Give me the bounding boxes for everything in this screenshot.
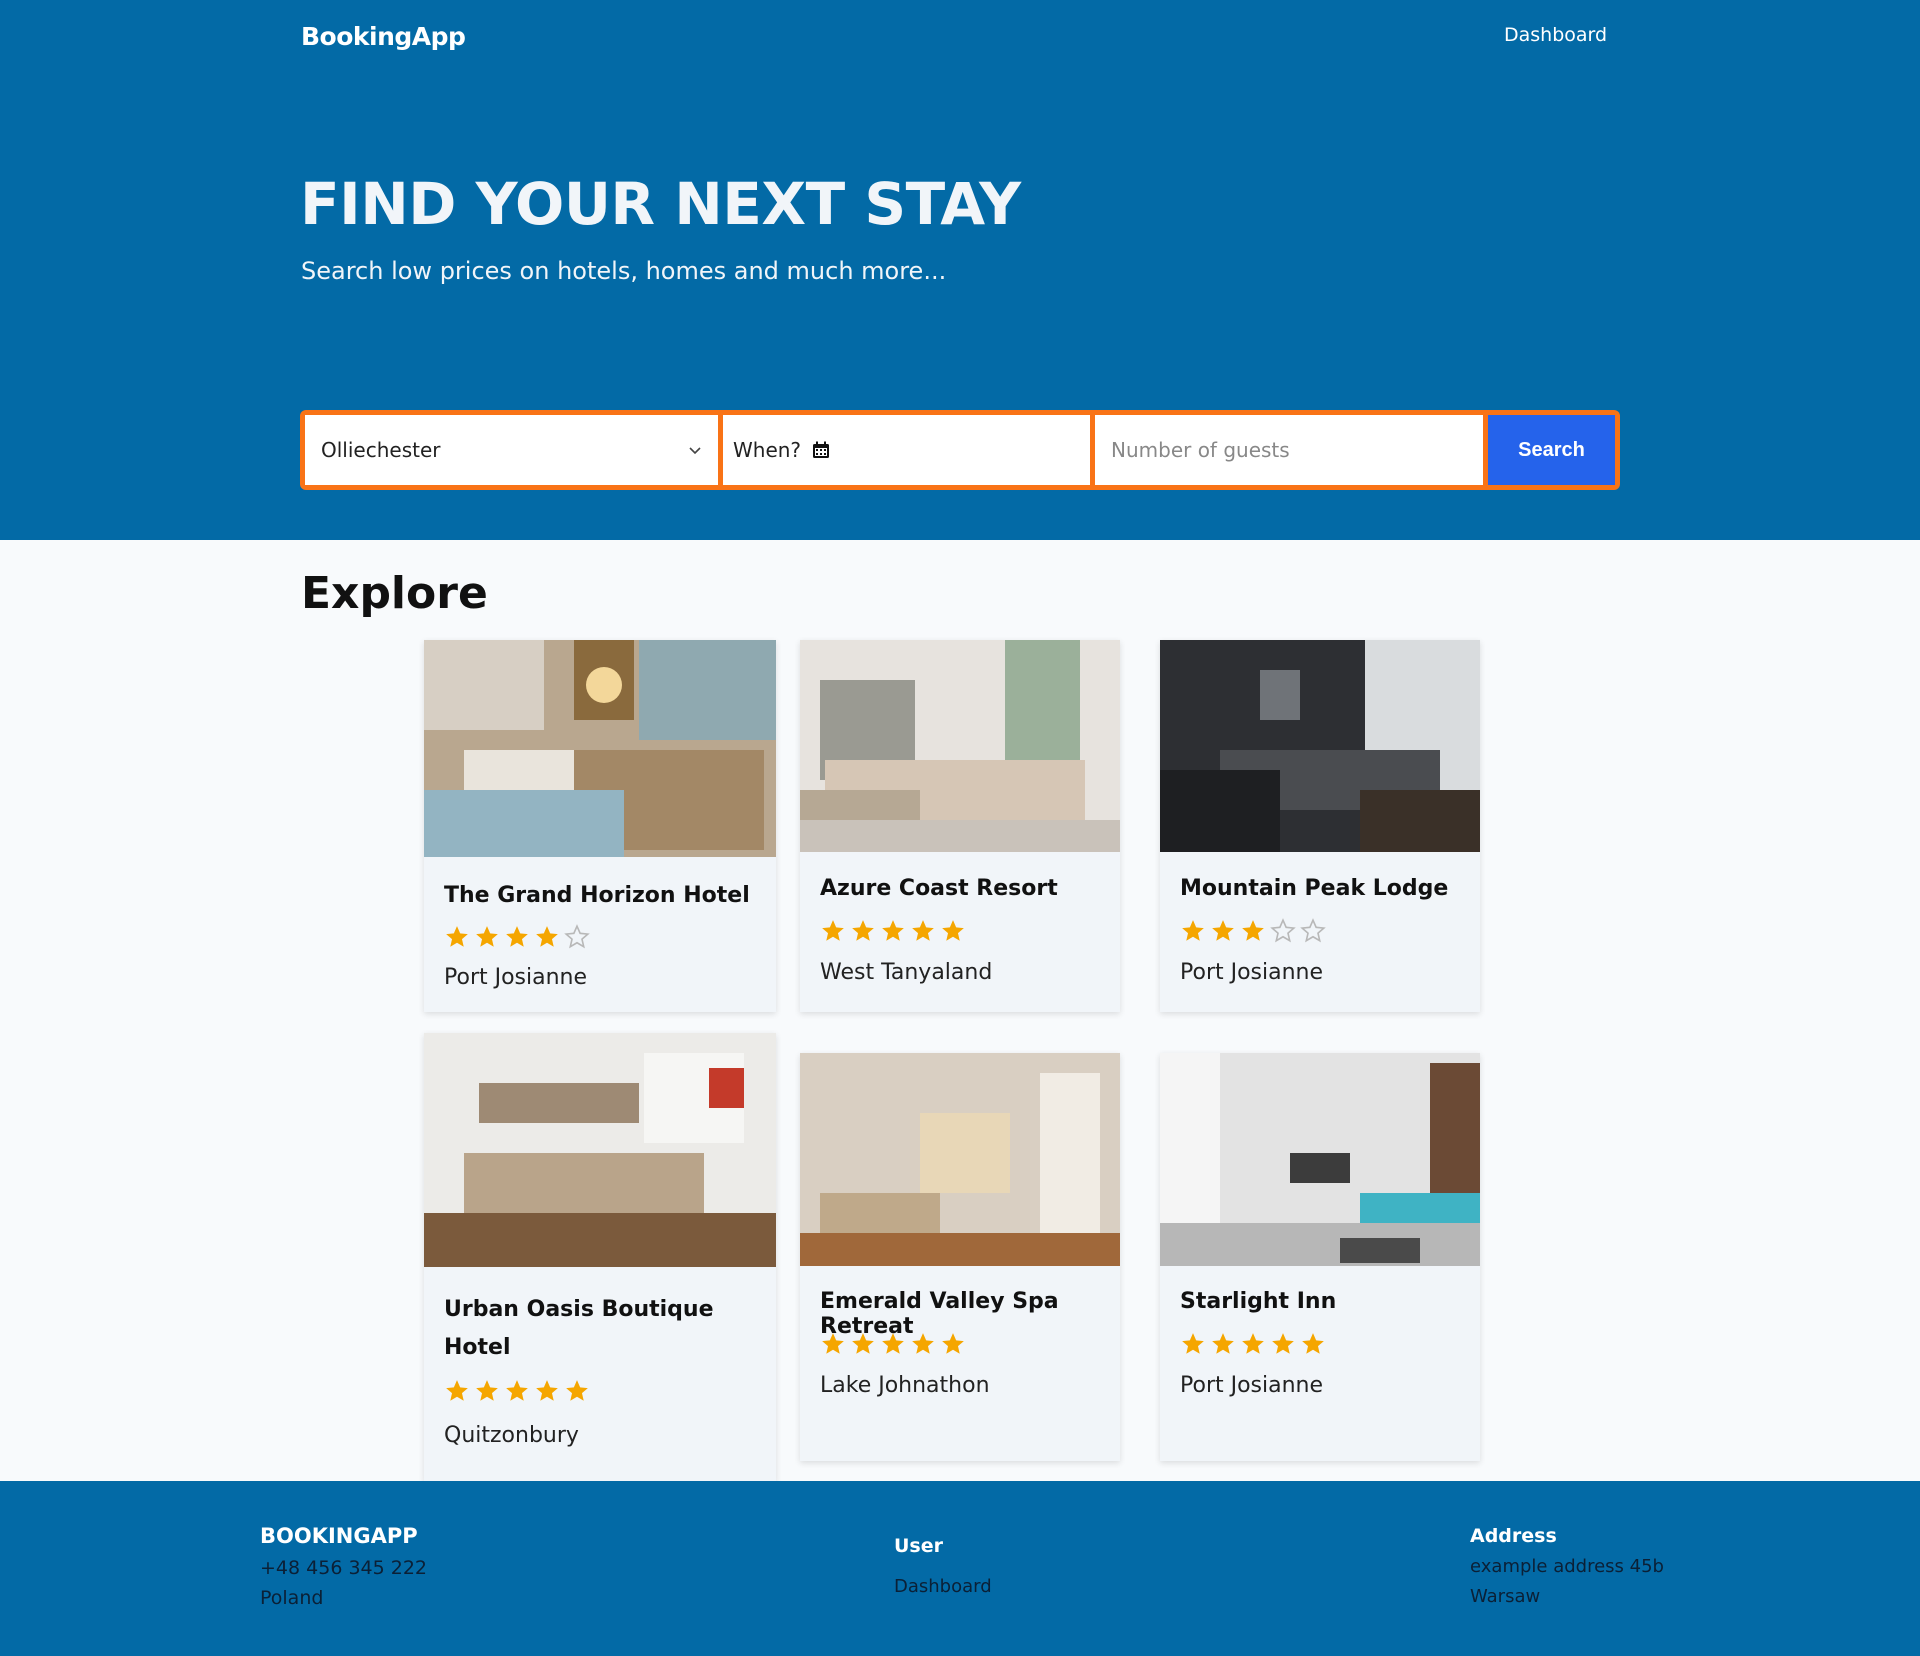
star-filled-icon <box>566 1380 588 1401</box>
hotel-location: Port Josianne <box>1180 960 1324 985</box>
footer-address-heading: Address <box>1470 1525 1557 1547</box>
hero-subtitle: Search low prices on hotels, homes and m… <box>301 257 947 285</box>
star-filled-icon <box>506 1380 528 1401</box>
star-empty-icon <box>1300 918 1326 943</box>
star-filled-icon <box>1242 920 1264 941</box>
hotel-photo <box>424 640 776 857</box>
star-filled-icon <box>536 1380 558 1401</box>
date-picker-label: When? <box>733 438 802 462</box>
hotel-name: The Grand Horizon Hotel <box>444 883 750 908</box>
search-bar: Olliechester When? Number of guests Sear… <box>300 410 1620 490</box>
hotel-name: Urban Oasis Boutique Hotel <box>444 1297 714 1360</box>
hotel-card[interactable]: The Grand Horizon Hotel Port Josianne <box>424 640 776 1012</box>
date-picker[interactable]: When? <box>723 415 1090 485</box>
footer-address-line1: example address 45b <box>1470 1556 1664 1577</box>
hotel-photo <box>1160 640 1480 852</box>
hero-section: BookingApp Dashboard FIND YOUR NEXT STAY… <box>0 0 1920 540</box>
hotel-name: Starlight Inn <box>1180 1289 1337 1314</box>
star-filled-icon <box>476 1380 498 1401</box>
hotel-photo <box>424 1033 776 1267</box>
star-filled-icon <box>882 1333 904 1354</box>
footer: BOOKINGAPP +48 456 345 222 Poland User D… <box>0 1481 1920 1656</box>
star-filled-icon <box>1212 1333 1234 1354</box>
hotel-location: West Tanyaland <box>820 960 993 985</box>
star-filled-icon <box>1182 1333 1204 1354</box>
star-filled-icon <box>536 926 558 947</box>
star-filled-icon <box>852 1333 874 1354</box>
rating-stars <box>1180 918 1326 944</box>
star-filled-icon <box>942 920 964 941</box>
hero-title: FIND YOUR NEXT STAY <box>300 170 1021 238</box>
hotel-photo <box>1160 1053 1480 1266</box>
guests-placeholder: Number of guests <box>1111 438 1290 462</box>
nav-dashboard-link[interactable]: Dashboard <box>1504 24 1607 46</box>
footer-user-heading: User <box>894 1535 943 1557</box>
hotel-location: Lake Johnathon <box>820 1373 990 1398</box>
star-filled-icon <box>942 1333 964 1354</box>
star-filled-icon <box>1212 920 1234 941</box>
hotel-name: Mountain Peak Lodge <box>1180 876 1449 901</box>
hotel-card[interactable]: Starlight Inn Port Josianne <box>1160 1053 1480 1461</box>
rating-stars <box>444 924 590 950</box>
star-empty-icon <box>1270 918 1296 943</box>
star-filled-icon <box>822 920 844 941</box>
hotel-location: Port Josianne <box>1180 1373 1324 1398</box>
destination-select[interactable]: Olliechester <box>305 415 718 485</box>
hotel-card[interactable]: Mountain Peak Lodge Port Josianne <box>1160 640 1480 1012</box>
star-filled-icon <box>446 1380 468 1401</box>
star-filled-icon <box>1182 920 1204 941</box>
footer-country: Poland <box>260 1587 324 1609</box>
hotel-location: Quitzonbury <box>444 1423 579 1448</box>
hotel-card[interactable]: Emerald Valley Spa Retreat Lake Johnatho… <box>800 1053 1120 1461</box>
explore-title: Explore <box>301 568 488 619</box>
star-filled-icon <box>506 926 528 947</box>
hotel-photo <box>800 640 1120 852</box>
footer-phone: +48 456 345 222 <box>260 1557 428 1579</box>
rating-stars <box>820 1331 966 1357</box>
star-empty-icon <box>564 924 590 949</box>
star-filled-icon <box>476 926 498 947</box>
hotel-photo <box>800 1053 1120 1266</box>
footer-address-line2: Warsaw <box>1470 1586 1541 1607</box>
footer-dashboard-link[interactable]: Dashboard <box>894 1576 992 1597</box>
destination-value: Olliechester <box>321 438 441 462</box>
brand-logo[interactable]: BookingApp <box>301 22 466 51</box>
rating-stars <box>444 1378 590 1404</box>
star-filled-icon <box>446 926 468 947</box>
star-filled-icon <box>852 920 874 941</box>
star-filled-icon <box>1302 1333 1324 1354</box>
footer-brand: BOOKINGAPP <box>260 1524 418 1548</box>
star-filled-icon <box>882 920 904 941</box>
star-filled-icon <box>1272 1333 1294 1354</box>
hotel-location: Port Josianne <box>444 965 588 990</box>
star-filled-icon <box>912 1333 934 1354</box>
star-filled-icon <box>822 1333 844 1354</box>
calendar-icon <box>813 441 830 458</box>
star-filled-icon <box>1242 1333 1264 1354</box>
rating-stars <box>820 918 966 944</box>
chevron-down-icon <box>689 447 701 455</box>
star-filled-icon <box>912 920 934 941</box>
guests-input[interactable]: Number of guests <box>1095 415 1483 485</box>
rating-stars <box>1180 1331 1326 1357</box>
search-button[interactable]: Search <box>1488 415 1615 485</box>
hotel-card[interactable]: Azure Coast Resort West Tanyaland <box>800 640 1120 1012</box>
hotel-card[interactable]: Urban Oasis Boutique Hotel Quitzonbury <box>424 1033 776 1481</box>
hotel-name: Azure Coast Resort <box>820 876 1058 901</box>
